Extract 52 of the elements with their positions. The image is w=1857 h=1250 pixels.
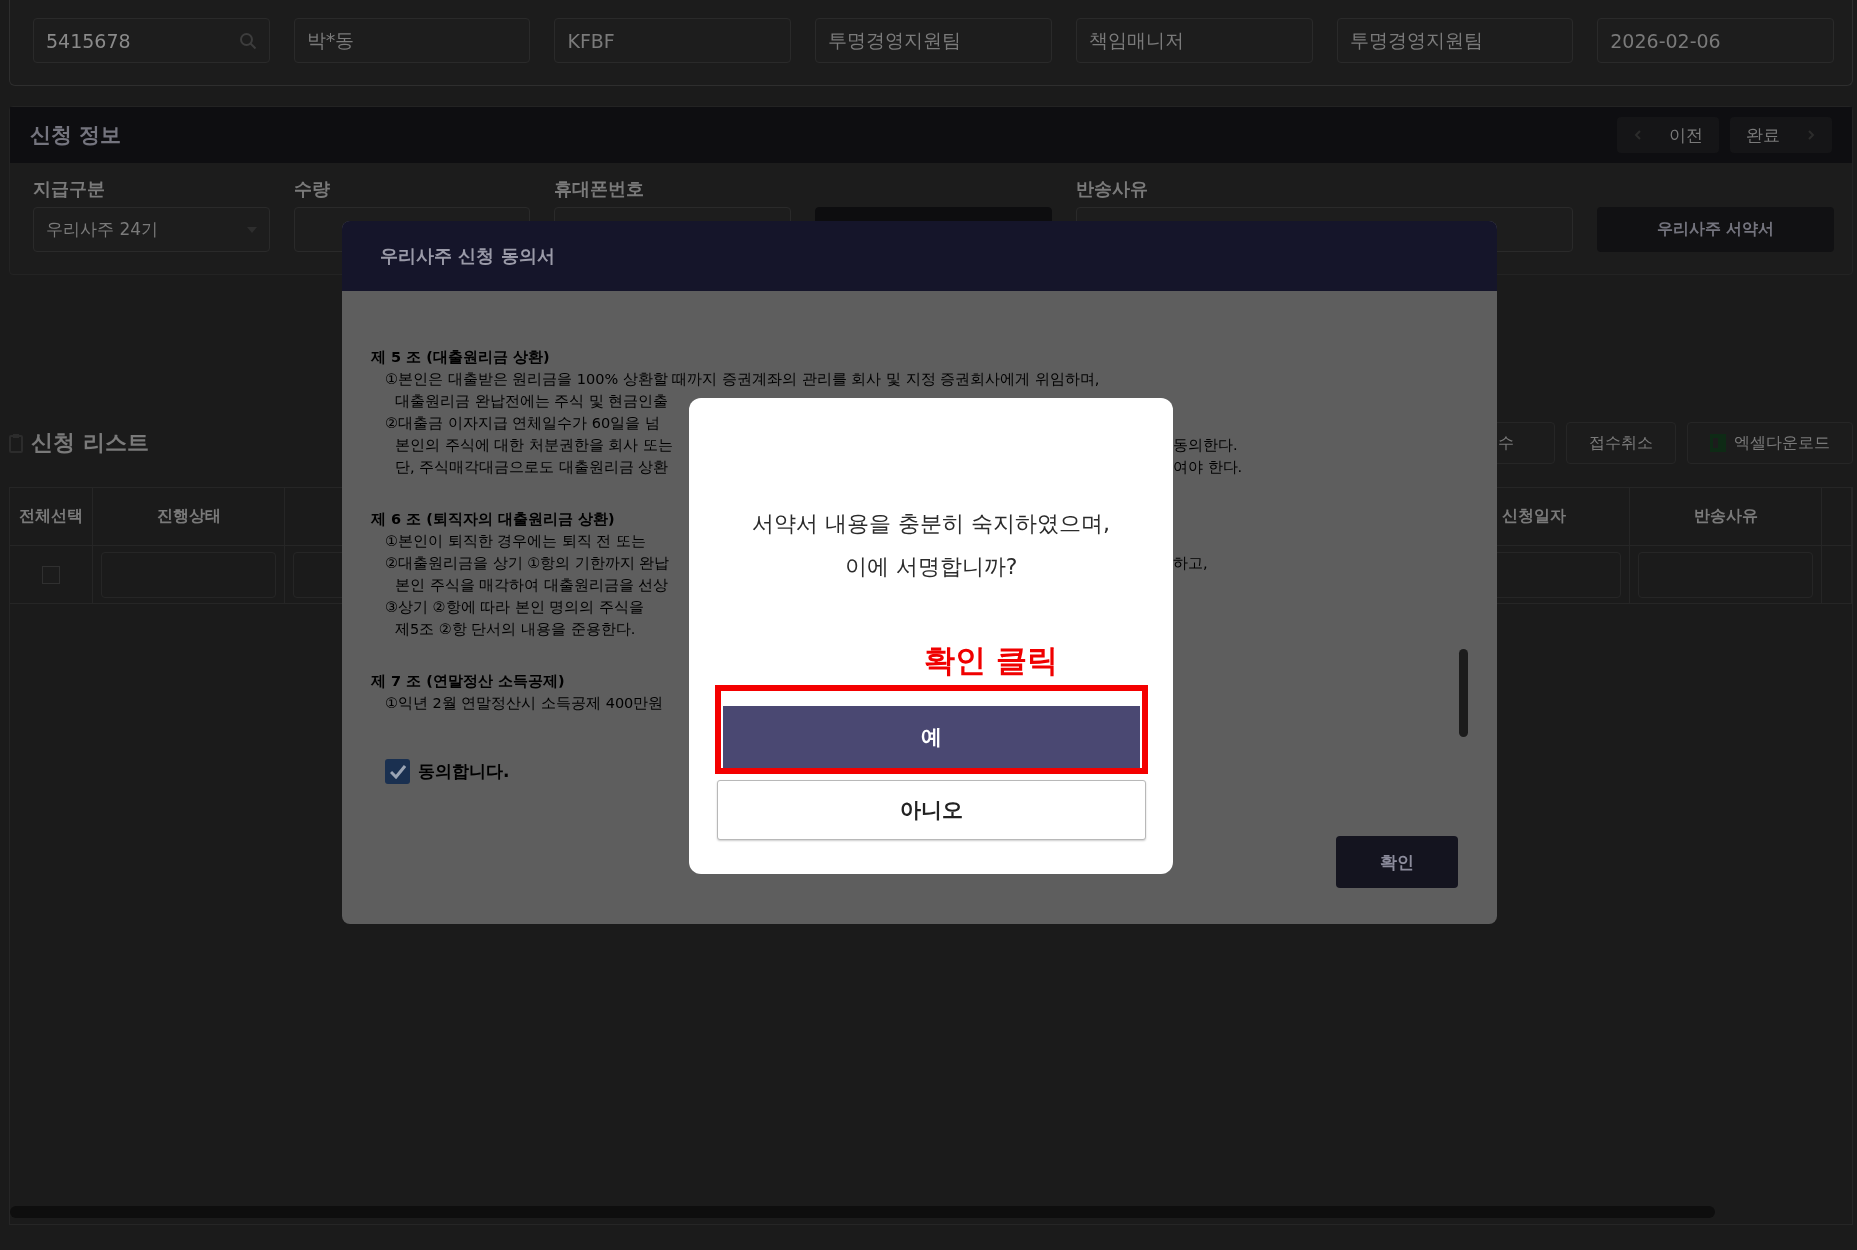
article-text: 대출원리금 완납전에는 주식 및 현금인출 — [394, 392, 670, 411]
excel-download-button[interactable]: 엑셀다운로드 — [1687, 422, 1853, 464]
search-icon — [238, 31, 257, 50]
field-label: 지급구분 — [33, 177, 106, 201]
article-text: 단, 주식매각대금으로도 대출원리금 상환 — [394, 458, 670, 477]
article-text: 하고, — [1173, 554, 1209, 573]
input-field[interactable]: 2026-02-06 — [1597, 18, 1834, 63]
input-field[interactable]: 박*동 — [293, 18, 531, 63]
article-text: ①본인은 대출받은 원리금을 100% 상환할 때까지 증권계좌의 관리를 회사 및 지정 증권회사에게 위임하며, — [384, 370, 1101, 389]
article-heading: 제 6 조 (퇴직자의 대출원리금 상환) — [371, 510, 616, 529]
checkmark-icon — [389, 764, 406, 779]
column-header: 반송사유 — [1630, 488, 1822, 545]
section-title: 신청 정보 — [30, 122, 122, 149]
section-title: 신청 리스트 — [31, 429, 149, 457]
previous-button[interactable]: 이전 — [1617, 117, 1719, 153]
input-field[interactable]: 5415678 — [33, 18, 270, 63]
next-button[interactable]: 완료 — [1730, 117, 1832, 153]
article-text: ②대출원리금을 상기 ①항의 기한까지 완납 — [384, 554, 671, 573]
article-text: ①본인이 퇴직한 경우에는 퇴직 전 또는 — [384, 532, 648, 551]
pledge-button[interactable]: 우리사주 서약서 — [1597, 207, 1834, 252]
dialog-title: 우리사주 신청 동의서 — [380, 244, 555, 268]
column-header: 전체선택 — [10, 488, 93, 545]
article-text: 본인의 주식에 대한 처분권한을 회사 또는 — [394, 436, 675, 455]
field-label: 수량 — [293, 177, 331, 201]
scrollbar-thumb[interactable] — [1459, 649, 1468, 737]
confirm-button[interactable]: 확인 — [1336, 836, 1458, 888]
article-text: 제5조 ②항 단서의 내용을 준용한다. — [394, 620, 637, 639]
article-heading: 제 7 조 (연말정산 소득공제) — [371, 672, 566, 691]
input-field[interactable]: 책임매니저 — [1075, 18, 1313, 63]
article-text: ②대출금 이자지급 연체일수가 60일을 넘 — [384, 414, 661, 433]
annotation-label: 확인 클릭 — [923, 641, 1059, 680]
input-field[interactable]: 투명경영지원팀 — [815, 18, 1052, 63]
select-field[interactable]: 우리사주 24기 — [33, 207, 270, 252]
scrollbar-thumb[interactable] — [10, 1206, 1715, 1218]
article-text: ③상기 ②항에 따라 본인 명의의 주식을 — [384, 598, 646, 617]
field-label: 휴대폰번호 — [554, 177, 646, 201]
article-text: 여야 한다. — [1173, 458, 1244, 477]
article-text: 본인 주식을 매각하여 대출원리금을 선상 — [394, 576, 670, 595]
checkbox[interactable] — [385, 759, 410, 784]
yes-button[interactable]: 예 — [722, 706, 1140, 768]
article-heading: 제 5 조 (대출원리금 상환) — [371, 348, 551, 367]
field-label: 반송사유 — [1075, 177, 1149, 201]
article-text: 동의한다. — [1173, 436, 1239, 455]
input-field[interactable]: KFBF — [554, 18, 792, 63]
input-field[interactable]: 투명경영지원팀 — [1336, 18, 1574, 63]
column-header: 진행상태 — [93, 488, 285, 545]
toolbar-button[interactable]: 접수취소 — [1566, 422, 1676, 464]
article-text: ①익년 2월 연말정산시 소득공제 400만원 — [384, 694, 665, 713]
dialog-message: 이에 서명합니까? — [844, 553, 1018, 581]
no-button[interactable]: 아니오 — [716, 780, 1146, 840]
dialog-message: 서약서 내용을 충분히 숙지하였으며, — [752, 510, 1110, 538]
checkbox-label: 동의합니다. — [418, 760, 510, 783]
